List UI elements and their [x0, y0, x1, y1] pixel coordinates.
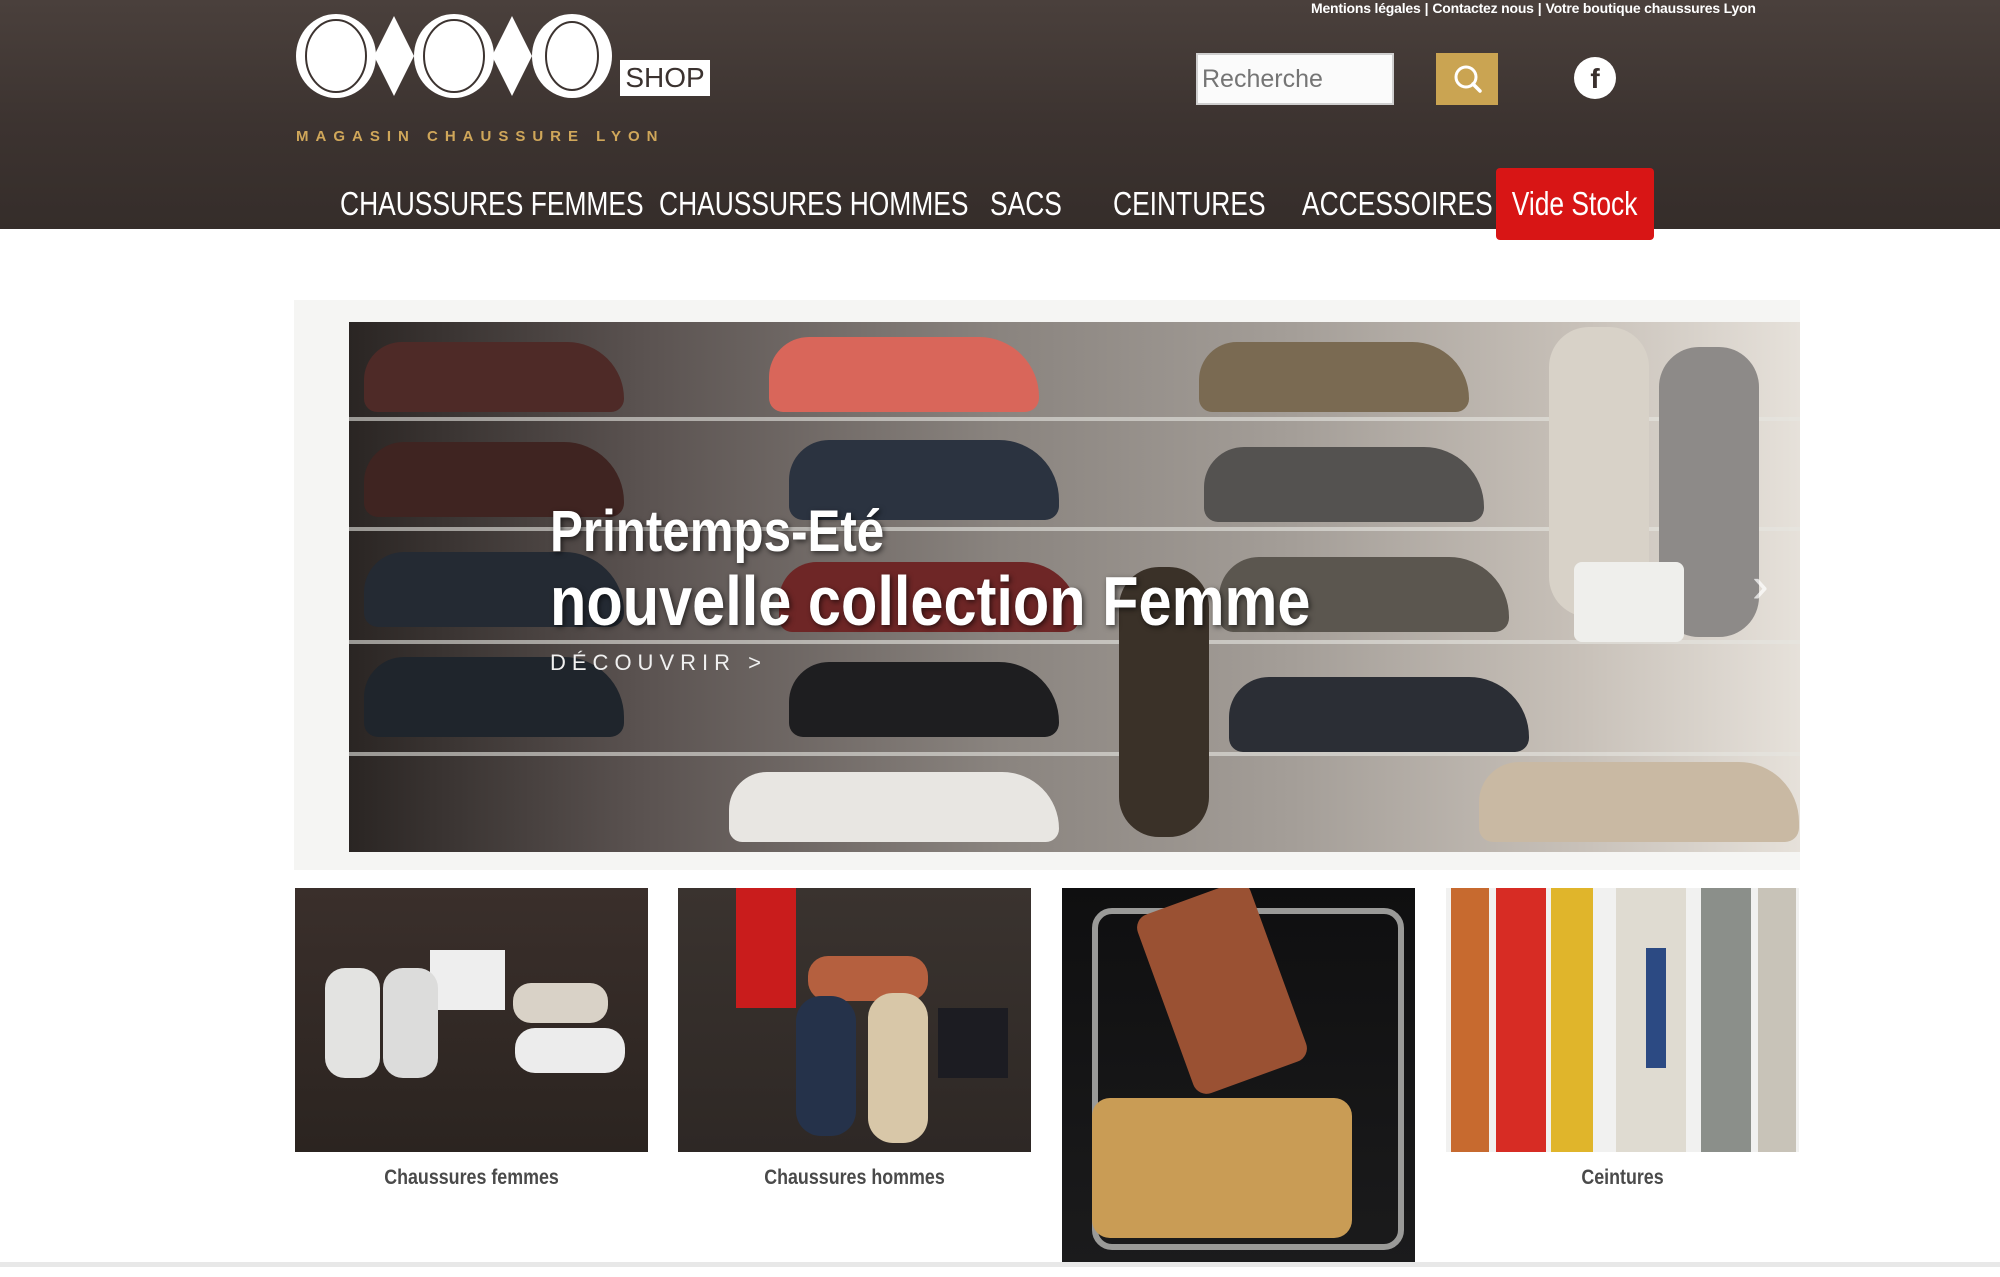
site-logo[interactable]: SHOP MAGASIN CHAUSSURE LYON: [294, 10, 724, 150]
belt-image: [1496, 888, 1546, 1152]
nav-vide-stock-button[interactable]: Vide Stock: [1496, 168, 1654, 240]
nav-chaussures-femmes[interactable]: CHAUSSURES FEMMES: [340, 168, 644, 240]
phone-booth-image: [736, 888, 796, 1008]
shoe-image: [1199, 342, 1469, 412]
top-links: Mentions légales | Contactez nous | Votre bo…: [1311, 0, 1801, 18]
shelf-line: [349, 752, 1800, 756]
search-input[interactable]: [1196, 53, 1394, 105]
hero-banner[interactable]: Printemps-Eté nouvelle collection Femme …: [294, 300, 1800, 870]
hero-discover-link[interactable]: DÉCOUVRIR >: [550, 650, 767, 676]
shoe-image: [1229, 677, 1529, 752]
shoe-image: [789, 662, 1059, 737]
category-card-sacs[interactable]: [1062, 888, 1415, 1277]
logo-mark-icon: [296, 14, 612, 98]
belt-image: [1551, 888, 1593, 1152]
shoe-image: [796, 996, 856, 1136]
logo-shop-label: SHOP: [620, 60, 710, 96]
sneaker-image: [325, 968, 380, 1078]
hero-title-line1: Printemps-Eté: [550, 499, 885, 564]
shoe-image: [364, 342, 624, 412]
category-card-femmes[interactable]: Chaussures femmes: [295, 888, 648, 1190]
link-contact[interactable]: Contactez nous: [1432, 0, 1534, 16]
category-card-hommes[interactable]: Chaussures hommes: [678, 888, 1031, 1190]
page-bottom-edge: [0, 1262, 2000, 1267]
nav-ceintures[interactable]: CEINTURES: [1113, 168, 1266, 240]
postcard-image: [430, 950, 505, 1010]
vide-stock-label: Vide Stock: [1512, 185, 1638, 222]
category-label: Chaussures femmes: [384, 1166, 559, 1189]
nav-accessoires[interactable]: ACCESSOIRES: [1302, 168, 1493, 240]
belt-image: [1701, 888, 1751, 1152]
category-image: [1062, 888, 1415, 1263]
link-mentions-legales[interactable]: Mentions légales: [1311, 0, 1421, 16]
sneaker-image: [383, 968, 438, 1078]
bag-image: [1092, 1098, 1352, 1238]
category-label: Chaussures hommes: [764, 1166, 945, 1189]
mug-image: [1574, 562, 1684, 642]
site-header: Mentions légales | Contactez nous | Votre bo…: [0, 0, 2000, 240]
nav-sacs[interactable]: SACS: [990, 168, 1062, 240]
search-button[interactable]: [1436, 53, 1498, 105]
shoe-image: [1479, 762, 1799, 842]
search-box: [1196, 53, 1498, 105]
link-separator: |: [1424, 0, 1429, 16]
link-boutique[interactable]: Votre boutique chaussures Lyon: [1545, 0, 1755, 16]
shoe-image: [769, 337, 1039, 412]
hero-title-line2: nouvelle collection Femme: [550, 562, 1311, 640]
cube-image: [938, 1008, 1008, 1078]
logo-tagline: MAGASIN CHAUSSURE LYON: [296, 128, 665, 145]
chevron-right-icon[interactable]: ›: [1752, 555, 1782, 615]
nav-chaussures-hommes[interactable]: CHAUSSURES HOMMES: [659, 168, 969, 240]
category-image: [678, 888, 1031, 1152]
main-nav: CHAUSSURES FEMMES CHAUSSURES HOMMES SACS…: [318, 168, 1718, 240]
category-label: Ceintures: [1581, 1166, 1664, 1189]
category-image: [1446, 888, 1799, 1152]
link-separator: |: [1537, 0, 1542, 16]
sneaker-image: [513, 983, 608, 1023]
category-card-ceintures[interactable]: Ceintures: [1446, 888, 1799, 1190]
belt-pattern: [1646, 948, 1666, 1068]
facebook-icon[interactable]: f: [1574, 57, 1616, 99]
hero-title: Printemps-Eté nouvelle collection Femme: [550, 499, 1445, 640]
shoe-image: [868, 993, 928, 1143]
belt-image: [1758, 888, 1796, 1152]
sneaker-image: [515, 1028, 625, 1073]
search-icon: [1454, 65, 1482, 93]
category-image: [295, 888, 648, 1152]
belt-image: [1451, 888, 1489, 1152]
shoe-image: [729, 772, 1059, 842]
